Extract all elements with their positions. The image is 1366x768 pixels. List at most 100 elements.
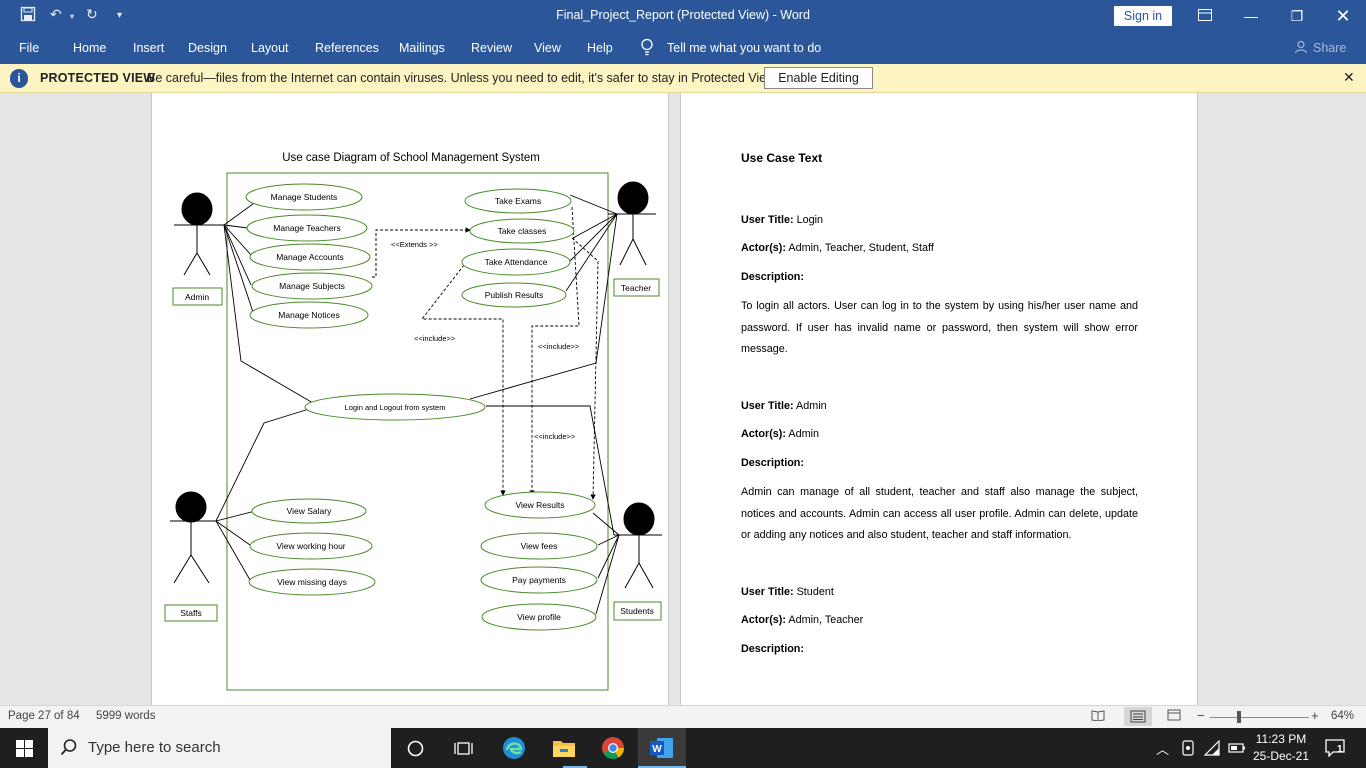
word-taskbar-button[interactable]: W [638,728,686,768]
tab-references[interactable]: References [315,41,379,55]
search-icon [60,738,78,760]
uc-manage-notices: Manage Notices [278,310,339,320]
actor-staffs [170,491,216,584]
tab-view[interactable]: View [534,41,561,55]
enable-editing-button[interactable]: Enable Editing [764,67,873,89]
tell-me-search[interactable]: Tell me what you want to do [667,41,821,55]
tray-chevron-icon[interactable]: ︿ [1156,739,1169,758]
uc-take-classes: Take classes [498,226,547,236]
share-button[interactable]: Share [1313,41,1346,55]
sign-in-button[interactable]: Sign in [1114,6,1172,26]
dependency-lines [372,206,599,500]
protected-view-bar: i PROTECTED VIEW Be careful—files from t… [0,64,1366,93]
zoom-slider[interactable] [1210,717,1309,718]
uc-pay-payments: Pay payments [512,575,566,585]
include-label-2: <<include>> [538,342,580,351]
uc-take-exams: Take Exams [495,196,541,206]
diagram-title: Use case Diagram of School Management Sy… [282,152,540,164]
clock-time[interactable]: 11:23 PM [1251,732,1311,746]
uc-view-profile: View profile [517,612,561,622]
word-count[interactable]: 5999 words [96,710,155,722]
zoom-out-icon[interactable]: − [1197,708,1205,723]
restore-button[interactable]: ❐ [1274,0,1320,32]
use-case-text-heading: Use Case Text [741,151,823,165]
use-case-diagram: Use case Diagram of School Management Sy… [164,152,662,691]
uc-take-attendance: Take Attendance [485,257,548,267]
web-layout-icon[interactable] [1167,709,1181,724]
windows-taskbar: Type here to search W ︿ 11:23 PM 25-Dec-… [0,728,1366,768]
uc-manage-teachers: Manage Teachers [273,223,340,233]
actor-label-students: Students [620,606,654,616]
zoom-level[interactable]: 64% [1331,710,1354,722]
login-desc-label: Description: [741,271,804,283]
student-desc-label: Description: [741,643,804,655]
close-window-button[interactable]: ✕ [1320,0,1366,32]
uc-view-working-hour: View working hour [276,541,345,551]
ribbon-display-icon[interactable] [1182,0,1228,32]
include-label-3: <<include>> [534,432,576,441]
title-bar: ↶ ▾ ↻ ▾ Final_Project_Report (Protected … [0,0,1366,32]
uc-view-results: View Results [516,500,565,510]
tab-design[interactable]: Design [188,41,227,55]
shield-info-icon: i [10,69,28,88]
tab-file[interactable]: File [19,41,39,55]
protected-view-message: Be careful—files from the Internet can c… [147,71,778,85]
uc-manage-accounts: Manage Accounts [276,252,344,262]
close-icon[interactable]: ✕ [1343,69,1355,86]
document-area[interactable]: Use case Diagram of School Management Sy… [0,93,1366,705]
uc-view-salary: View Salary [287,506,332,516]
actor-admin [174,192,224,276]
print-layout-icon[interactable] [1124,707,1152,726]
tab-home[interactable]: Home [73,41,106,55]
page-28: Use Case Text User Title: Login Actor(s)… [680,93,1198,705]
meet-now-icon[interactable] [1181,740,1195,761]
tab-review[interactable]: Review [471,41,512,55]
actor-label-admin: Admin [185,292,209,302]
notifications-count: 1 [1337,744,1343,755]
login-actors-line: Actor(s): Admin, Teacher, Student, Staff [741,242,934,254]
task-view-icon[interactable] [454,740,473,762]
actor-label-teacher: Teacher [621,283,651,293]
admin-desc-label: Description: [741,457,804,469]
clock-date[interactable]: 25-Dec-21 [1251,749,1311,763]
read-mode-icon[interactable] [1091,709,1105,724]
uc-login-logout: Login and Logout from system [345,403,446,412]
tab-layout[interactable]: Layout [251,41,289,55]
windows-start-icon[interactable] [16,740,33,762]
tab-insert[interactable]: Insert [133,41,164,55]
word-icon: W [650,737,674,764]
tab-help[interactable]: Help [587,41,613,55]
admin-title-line: User Title: Admin [741,400,827,412]
admin-description: Admin can manage of all student, teacher… [741,486,1138,541]
search-placeholder: Type here to search [88,739,221,756]
status-bar: Page 27 of 84 5999 words − + 64% [0,705,1366,728]
student-title-line: User Title: Student [741,586,834,598]
share-user-icon[interactable] [1294,40,1308,57]
ribbon-tabs: File Home Insert Design Layout Reference… [0,32,1366,64]
taskbar-search-box[interactable]: Type here to search [48,728,391,768]
zoom-in-icon[interactable]: + [1311,708,1319,723]
uc-manage-subjects: Manage Subjects [279,281,345,291]
chrome-icon[interactable] [601,736,625,765]
wifi-icon[interactable] [1203,739,1220,761]
student-actors-line: Actor(s): Admin, Teacher [741,614,864,626]
svg-text:W: W [652,744,662,755]
page-counter[interactable]: Page 27 of 84 [8,710,80,722]
uc-view-missing-days: View missing days [277,577,347,587]
extends-label: <<Extends >> [391,240,438,249]
uc-manage-students: Manage Students [271,192,338,202]
tab-mailings[interactable]: Mailings [399,41,445,55]
actor-students [614,502,662,589]
zoom-slider-thumb[interactable] [1237,711,1241,723]
lightbulb-icon[interactable] [640,38,654,59]
minimize-button[interactable]: — [1228,0,1274,32]
page-27: Use case Diagram of School Management Sy… [151,93,669,705]
edge-icon[interactable] [502,736,526,765]
file-explorer-icon[interactable] [552,737,576,764]
uc-publish-results: Publish Results [485,290,544,300]
cortana-icon[interactable] [407,740,424,762]
actor-teacher [608,181,656,266]
protected-view-label: PROTECTED VIEW [40,71,156,85]
uc-view-fees: View fees [521,541,558,551]
battery-icon[interactable] [1228,741,1246,759]
